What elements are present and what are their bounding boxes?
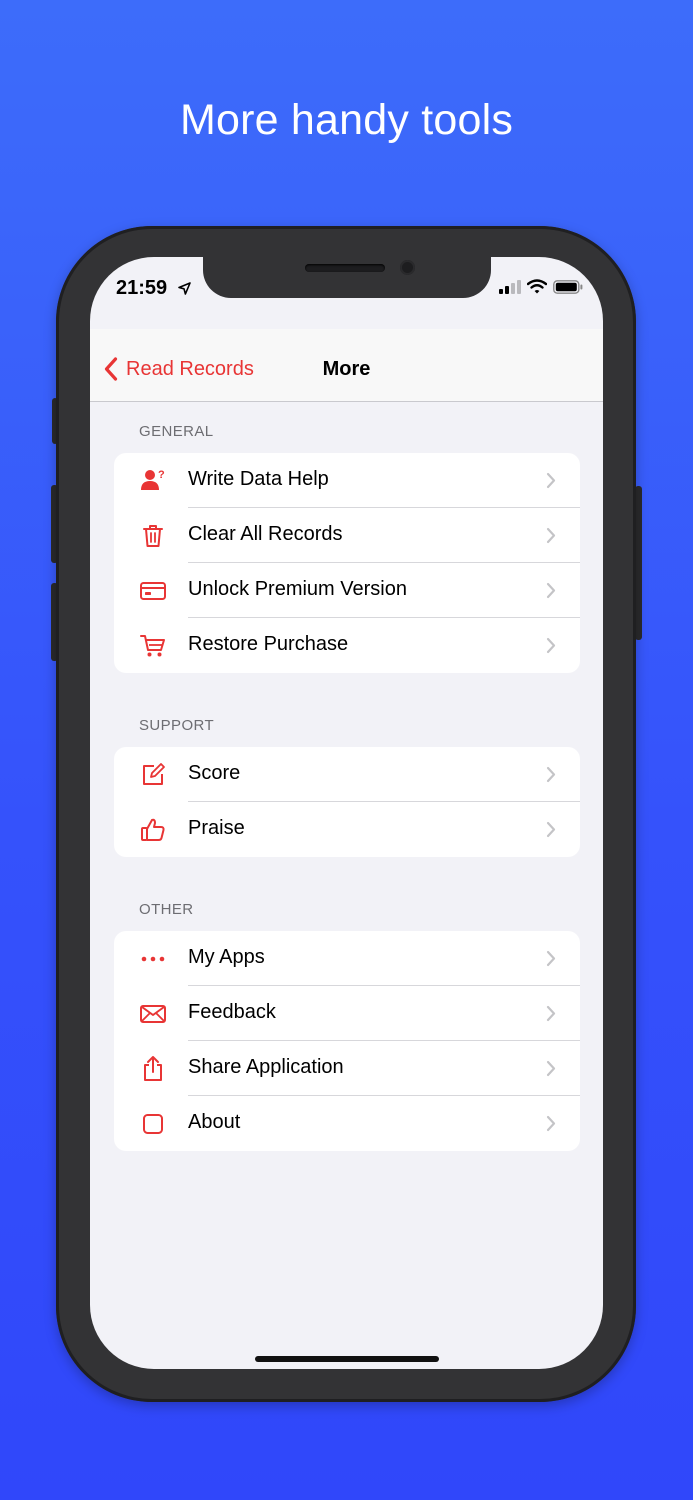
about-label: About — [188, 1111, 241, 1133]
section-header-other: OTHER — [139, 901, 194, 918]
restore-purchase-row[interactable]: Restore Purchase — [114, 618, 580, 673]
notch — [203, 257, 491, 298]
thumbs-up-icon — [138, 815, 168, 845]
home-indicator[interactable] — [255, 1356, 439, 1362]
praise-row[interactable]: Praise — [114, 802, 580, 857]
my-apps-label: My Apps — [188, 946, 265, 968]
clear-all-records-label: Clear All Records — [188, 523, 343, 545]
status-indicators — [499, 279, 583, 294]
more-dots-icon — [138, 944, 168, 974]
trash-icon — [138, 521, 168, 551]
restore-purchase-label: Restore Purchase — [188, 633, 349, 655]
chevron-right-icon — [546, 1115, 556, 1132]
svg-text:?: ? — [158, 469, 165, 481]
group-general: ? Write Data Help Clear All Records Unlo… — [114, 453, 580, 673]
credit-card-icon — [138, 576, 168, 606]
score-row[interactable]: Score — [114, 747, 580, 802]
chevron-right-icon — [546, 821, 556, 838]
edit-icon — [138, 760, 168, 790]
chevron-right-icon — [546, 950, 556, 967]
power-button — [635, 486, 642, 640]
share-application-label: Share Application — [188, 1056, 344, 1078]
chevron-right-icon — [546, 1005, 556, 1022]
feedback-row[interactable]: Feedback — [114, 986, 580, 1041]
feedback-label: Feedback — [188, 1001, 276, 1023]
page-title: More — [322, 358, 371, 380]
wifi-icon — [527, 279, 547, 294]
chevron-right-icon — [546, 472, 556, 489]
section-header-support: SUPPORT — [139, 717, 215, 734]
phone-frame: 21:59 Read Records More GENERAL ? Write … — [56, 226, 636, 1402]
square-icon — [138, 1109, 168, 1139]
envelope-icon — [138, 999, 168, 1029]
chevron-right-icon — [546, 637, 556, 654]
chevron-right-icon — [546, 766, 556, 783]
praise-label: Praise — [188, 817, 245, 839]
navigation-bar: Read Records More — [90, 329, 603, 402]
group-other: My Apps Feedback Share Application About — [114, 931, 580, 1151]
status-time: 21:59 — [116, 277, 168, 299]
speaker — [305, 264, 385, 272]
write-data-help-label: Write Data Help — [188, 468, 329, 490]
clear-all-records-row[interactable]: Clear All Records — [114, 508, 580, 563]
chevron-right-icon — [546, 1060, 556, 1077]
cart-icon — [138, 631, 168, 661]
cellular-signal-icon — [499, 279, 521, 294]
group-support: Score Praise — [114, 747, 580, 857]
chevron-right-icon — [546, 527, 556, 544]
score-label: Score — [188, 762, 241, 784]
phone-screen: 21:59 Read Records More GENERAL ? Write … — [90, 257, 603, 1369]
chevron-right-icon — [546, 582, 556, 599]
my-apps-row[interactable]: My Apps — [114, 931, 580, 986]
write-data-help-row[interactable]: ? Write Data Help — [114, 453, 580, 508]
headline: More handy tools — [179, 96, 514, 144]
share-application-row[interactable]: Share Application — [114, 1041, 580, 1096]
battery-icon — [553, 279, 583, 294]
person-question-icon: ? — [138, 466, 168, 496]
front-camera — [400, 260, 415, 275]
unlock-premium-row[interactable]: Unlock Premium Version — [114, 563, 580, 618]
unlock-premium-label: Unlock Premium Version — [188, 578, 407, 600]
section-header-general: GENERAL — [139, 423, 214, 440]
about-row[interactable]: About — [114, 1096, 580, 1151]
location-arrow-icon — [178, 282, 191, 295]
share-icon — [138, 1054, 168, 1084]
